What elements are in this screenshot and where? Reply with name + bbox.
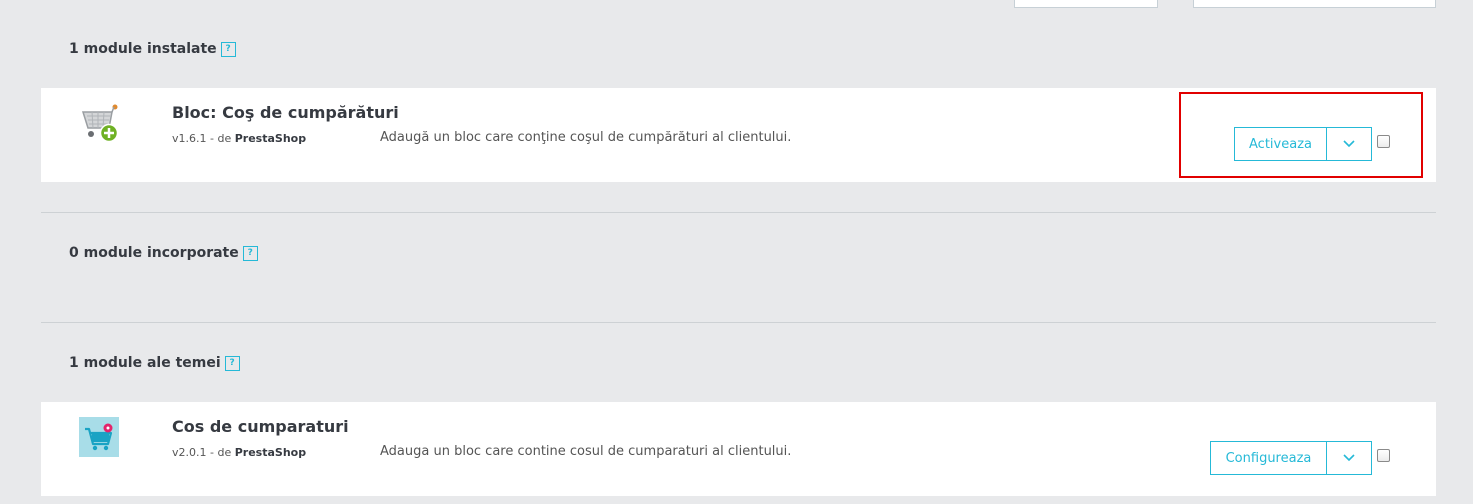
module-author: PrestaShop: [234, 132, 307, 145]
activate-button[interactable]: Activeaza: [1235, 128, 1326, 160]
section-title-installed: 1 module instalate ?: [69, 41, 236, 57]
cart-add-icon: [79, 100, 123, 148]
module-name: Bloc: Coş de cumpărături: [172, 103, 399, 122]
action-button-group: Configureaza: [1210, 441, 1372, 475]
filter-input-2[interactable]: [1193, 0, 1436, 8]
dropdown-toggle[interactable]: [1326, 442, 1371, 474]
module-description: Adauga un bloc care contine cosul de cum…: [380, 444, 792, 459]
divider: [41, 212, 1436, 213]
module-card: Cos de cumparaturi v2.0.1 - de PrestaSho…: [41, 402, 1436, 496]
module-author: PrestaShop: [234, 446, 307, 459]
dropdown-toggle[interactable]: [1326, 128, 1371, 160]
module-checkbox[interactable]: [1377, 449, 1390, 462]
version-text: v1.6.1 - de: [172, 132, 235, 145]
module-checkbox[interactable]: [1377, 135, 1390, 148]
cart-theme-icon: [79, 417, 119, 461]
section-title-text: 1 module ale temei: [69, 355, 221, 371]
help-icon[interactable]: ?: [220, 41, 236, 57]
action-button-group: Activeaza: [1234, 127, 1372, 161]
module-name: Cos de cumparaturi: [172, 417, 349, 436]
version-text: v2.0.1 - de: [172, 446, 235, 459]
configure-button[interactable]: Configureaza: [1211, 442, 1326, 474]
help-icon[interactable]: ?: [224, 355, 240, 371]
chevron-down-icon: [1343, 454, 1355, 462]
section-title-text: 0 module incorporate: [69, 245, 239, 261]
chevron-down-icon: [1343, 140, 1355, 148]
module-version: v2.0.1 - de PrestaShop: [172, 446, 306, 459]
module-version: v1.6.1 - de PrestaShop: [172, 132, 306, 145]
help-icon[interactable]: ?: [242, 245, 258, 261]
section-title-builtin: 0 module incorporate ?: [69, 245, 258, 261]
divider: [41, 322, 1436, 323]
section-title-theme: 1 module ale temei ?: [69, 355, 240, 371]
module-description: Adaugă un bloc care conţine coşul de cum…: [380, 130, 792, 145]
filter-input-1[interactable]: [1014, 0, 1158, 8]
section-title-text: 1 module instalate: [69, 41, 217, 57]
module-card: Bloc: Coş de cumpărături v1.6.1 - de Pre…: [41, 88, 1436, 182]
